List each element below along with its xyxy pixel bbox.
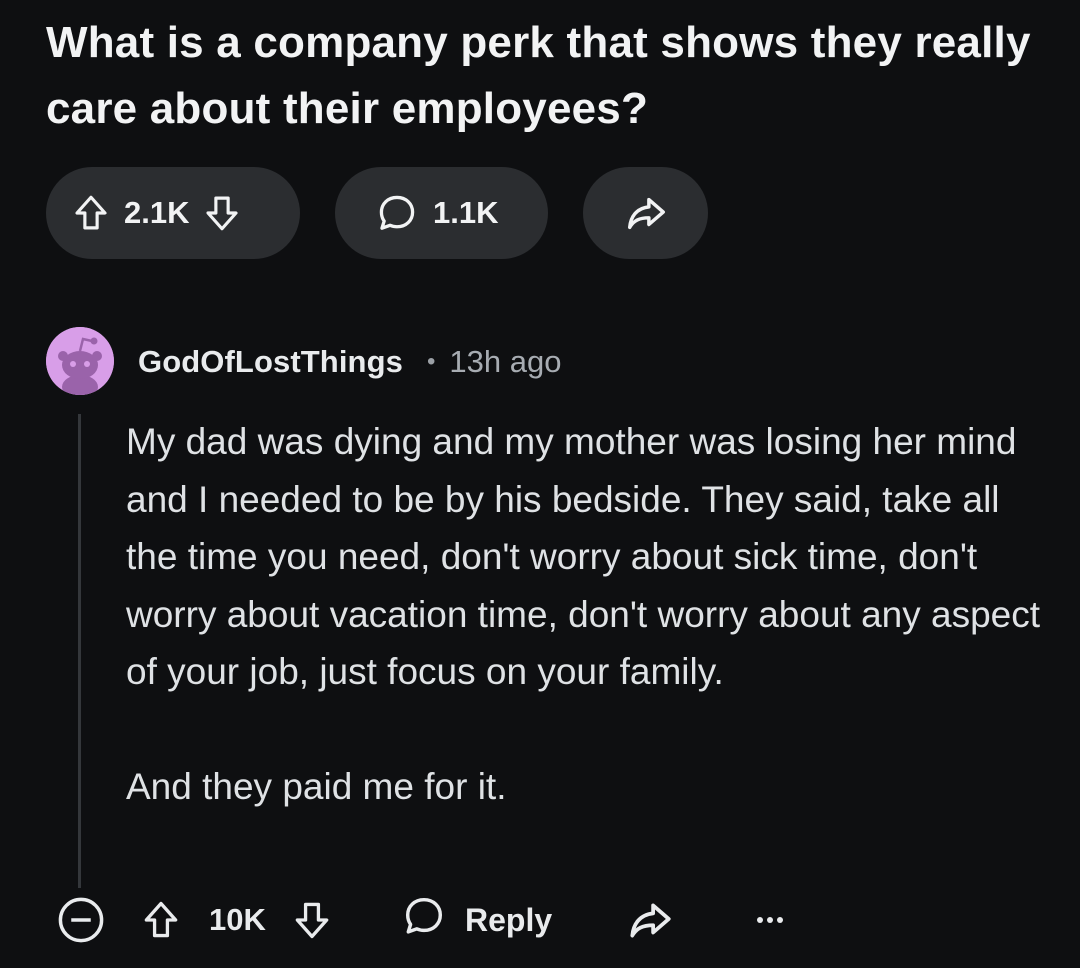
- user-avatar[interactable]: [46, 327, 114, 395]
- reply-button[interactable]: Reply: [401, 890, 552, 950]
- more-options-button[interactable]: [750, 890, 790, 950]
- post-vote-pill: 2.1K: [46, 167, 300, 259]
- meta-separator: •: [426, 348, 436, 375]
- downvote-arrow-icon: [295, 902, 329, 939]
- comment-score: 10K: [209, 902, 266, 937]
- comment-downvote-button[interactable]: [290, 890, 334, 950]
- comment-actions: 10K Reply: [0, 890, 1080, 950]
- comment-meta: GodOfLostThings • 13h ago: [138, 340, 561, 384]
- comment-username[interactable]: GodOfLostThings: [138, 344, 403, 380]
- comment-upvote-button[interactable]: [139, 890, 183, 950]
- post-comment-count: 1.1K: [433, 195, 499, 230]
- snoo-avatar-icon: [46, 327, 114, 395]
- comment-share-button[interactable]: [625, 890, 675, 950]
- collapse-minus-icon: [58, 897, 104, 943]
- speech-bubble-icon: [401, 893, 447, 947]
- thread-line[interactable]: [78, 414, 81, 888]
- comment-body: My dad was dying and my mother was losin…: [126, 413, 1046, 816]
- post-vote-count: 2.1K: [124, 195, 190, 230]
- speech-bubble-icon: [375, 191, 419, 235]
- comment-paragraph: And they paid me for it.: [126, 766, 507, 807]
- collapse-button[interactable]: [55, 890, 107, 950]
- downvote-arrow-icon[interactable]: [201, 192, 243, 234]
- comment-paragraph: My dad was dying and my mother was losin…: [126, 421, 1041, 692]
- upvote-arrow-icon[interactable]: [70, 192, 112, 234]
- share-arrow-icon: [623, 190, 669, 236]
- post-share-button[interactable]: [583, 167, 708, 259]
- reply-label: Reply: [465, 901, 553, 938]
- post-title: What is a company perk that shows they r…: [46, 18, 1031, 133]
- post-comments-button[interactable]: 1.1K: [335, 167, 548, 259]
- more-dots-icon: [757, 917, 783, 923]
- comment-timestamp: 13h ago: [449, 344, 562, 379]
- upvote-arrow-icon: [144, 901, 178, 938]
- share-arrow-icon: [630, 903, 671, 938]
